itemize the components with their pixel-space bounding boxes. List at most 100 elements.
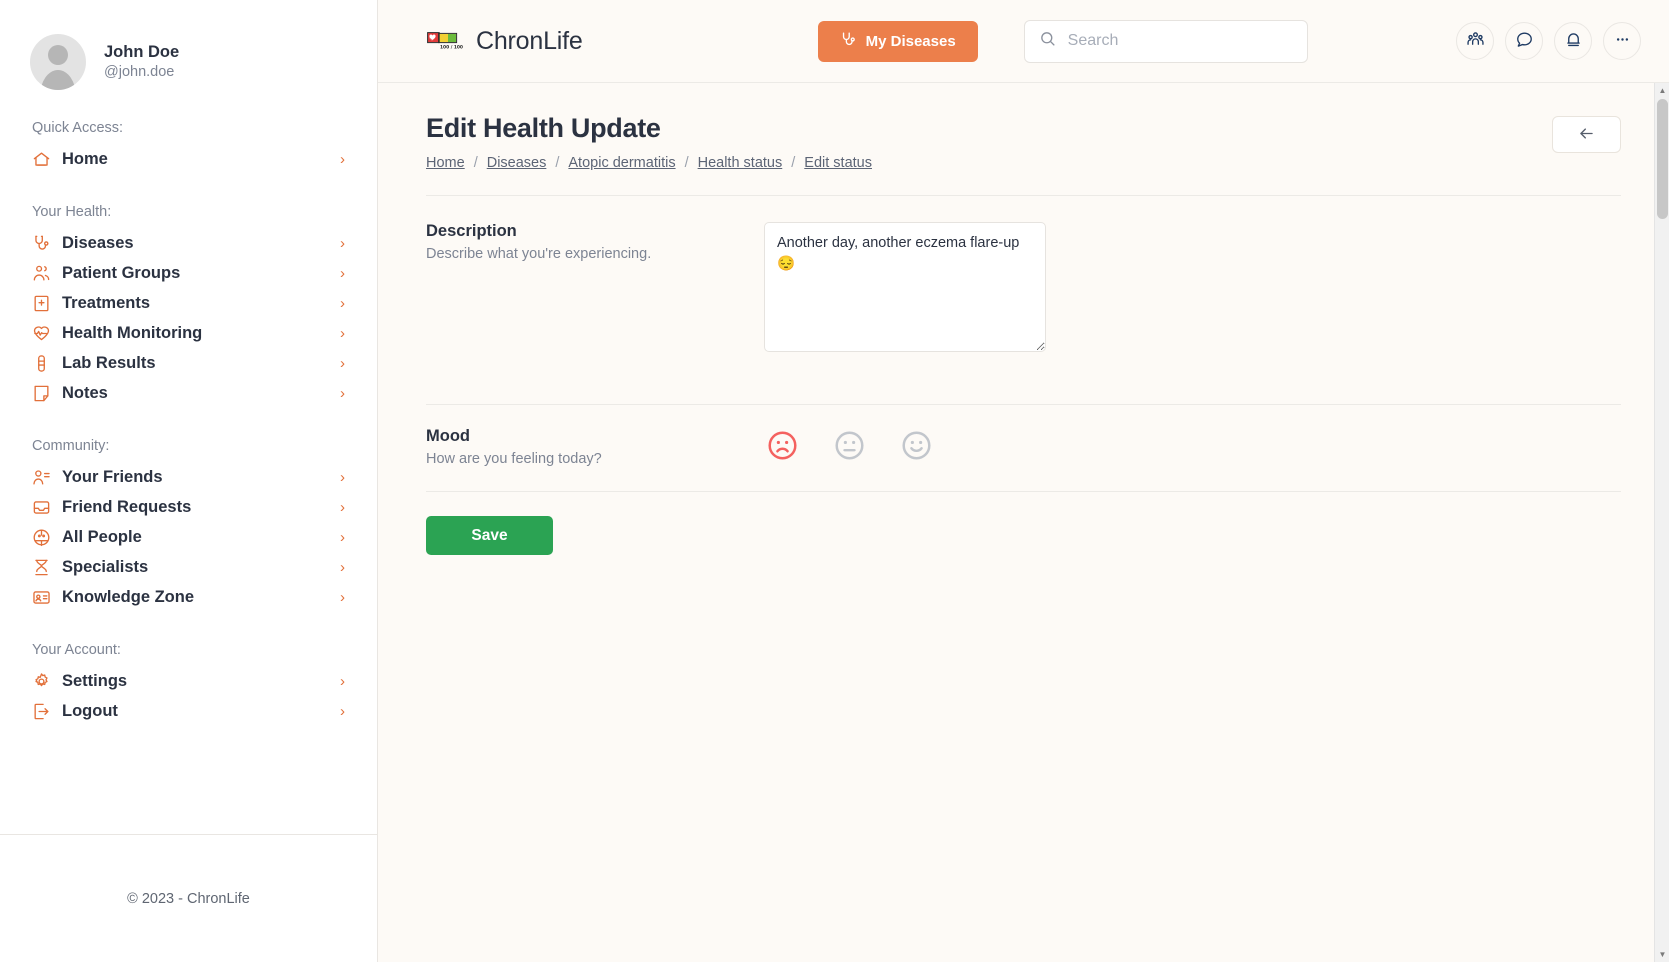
globe-people-icon <box>30 526 52 548</box>
main-scrollbar[interactable]: ▲ ▼ <box>1654 83 1669 962</box>
brand-name: ChronLife <box>476 26 583 55</box>
user-profile[interactable]: John Doe @john.doe <box>30 0 347 90</box>
breadcrumb-item-home[interactable]: Home <box>426 155 465 171</box>
chevron-right-icon: › <box>340 558 345 576</box>
sidebar-item-settings[interactable]: Settings › <box>30 666 347 696</box>
breadcrumb-item-health-status[interactable]: Health status <box>698 155 783 171</box>
sidebar-item-knowledge-zone[interactable]: Knowledge Zone › <box>30 582 347 612</box>
header-icon-group <box>1456 22 1641 60</box>
chevron-right-icon: › <box>340 264 345 282</box>
logout-icon <box>30 700 52 722</box>
chevron-right-icon: › <box>340 294 345 312</box>
sidebar-item-logout[interactable]: Logout › <box>30 696 347 726</box>
mood-option-sad[interactable] <box>764 429 800 465</box>
breadcrumb-item-diseases[interactable]: Diseases <box>487 155 547 171</box>
ellipsis-icon <box>1613 30 1632 52</box>
breadcrumb-item-edit-status[interactable]: Edit status <box>804 155 872 171</box>
people-group-icon-button[interactable] <box>1456 22 1494 60</box>
mood-options <box>764 429 934 465</box>
svg-text:100 / 100: 100 / 100 <box>440 45 463 51</box>
avatar <box>30 34 86 90</box>
chevron-right-icon: › <box>340 468 345 486</box>
search-box[interactable] <box>1023 19 1308 63</box>
description-label: Description <box>426 222 517 240</box>
people-group-icon <box>1466 30 1485 52</box>
sidebar-item-health-monitoring[interactable]: Health Monitoring › <box>30 318 347 348</box>
breadcrumb-item-atopic-dermatitis[interactable]: Atopic dermatitis <box>568 155 675 171</box>
page-header: Edit Health Update Home / Diseases / Ato… <box>426 113 1621 171</box>
description-label-col: Description Describe what you're experie… <box>426 222 764 262</box>
breadcrumb-separator: / <box>473 155 478 171</box>
user-list-icon <box>30 466 52 488</box>
description-hint: Describe what you're experiencing. <box>426 246 652 262</box>
chevron-right-icon: › <box>340 234 345 252</box>
sidebar-item-all-people[interactable]: All People › <box>30 522 347 552</box>
chevron-right-icon: › <box>340 498 345 516</box>
sidebar-footer: © 2023 - ChronLife <box>0 834 377 962</box>
nav-group-title: Your Health: <box>32 204 112 220</box>
sidebar-item-your-friends[interactable]: Your Friends › <box>30 462 347 492</box>
sidebar-item-label: Logout <box>62 701 118 720</box>
stethoscope-icon <box>30 232 52 254</box>
sidebar-item-diseases[interactable]: Diseases › <box>30 228 347 258</box>
scroll-down-arrow-icon[interactable]: ▼ <box>1655 947 1669 962</box>
sidebar-item-label: Diseases <box>62 233 134 252</box>
mood-form-row: Mood How are you feeling today? <box>426 404 1621 491</box>
search-input[interactable] <box>1067 32 1293 50</box>
profile-name: John Doe <box>104 43 180 62</box>
stethoscope-icon <box>840 31 857 52</box>
nav-group-your-account: Your Account: Settings › Logout › <box>30 642 347 726</box>
gear-icon <box>30 670 52 692</box>
description-textarea[interactable] <box>764 222 1046 352</box>
heart-pulse-icon <box>30 322 52 344</box>
sidebar-item-lab-results[interactable]: Lab Results › <box>30 348 347 378</box>
sidebar-item-label: Lab Results <box>62 353 156 372</box>
chevron-right-icon: › <box>340 672 345 690</box>
sidebar-item-treatments[interactable]: Treatments › <box>30 288 347 318</box>
my-diseases-button[interactable]: My Diseases <box>817 20 978 62</box>
sidebar-item-label: Specialists <box>62 557 149 576</box>
scroll-up-arrow-icon[interactable]: ▲ <box>1655 83 1669 98</box>
sidebar-item-notes[interactable]: Notes › <box>30 378 347 408</box>
description-form-row: Description Describe what you're experie… <box>426 195 1621 380</box>
sidebar-item-label: Treatments <box>62 293 151 312</box>
neutral-face-icon <box>833 429 866 465</box>
inbox-icon <box>30 496 52 518</box>
back-button[interactable] <box>1552 116 1621 153</box>
profile-text: John Doe @john.doe <box>104 41 179 83</box>
brand[interactable]: 100 / 100 ChronLife <box>426 27 583 56</box>
save-row: Save <box>426 491 1621 555</box>
scrollbar-thumb[interactable] <box>1657 99 1668 219</box>
mood-option-neutral[interactable] <box>831 429 867 465</box>
nav-group-your-health: Your Health: Diseases › Patient Groups › <box>30 204 347 408</box>
mood-option-happy[interactable] <box>898 429 934 465</box>
main-area: 100 / 100 ChronLife My Diseases Search E… <box>378 0 1669 962</box>
sidebar-item-friend-requests[interactable]: Friend Requests › <box>30 492 347 522</box>
sidebar-scroll-area: John Doe @john.doe Quick Access: Home › … <box>0 0 377 834</box>
mood-hint: How are you feeling today? <box>426 451 602 467</box>
save-button[interactable]: Save <box>426 516 553 555</box>
nav-group-quick-access: Quick Access: Home › <box>30 120 347 174</box>
notifications-icon-button[interactable] <box>1554 22 1592 60</box>
page-header-text: Edit Health Update Home / Diseases / Ato… <box>426 113 872 171</box>
chronlife-logo-icon: 100 / 100 <box>427 32 463 51</box>
sidebar-item-patient-groups[interactable]: Patient Groups › <box>30 258 347 288</box>
chevron-right-icon: › <box>340 150 345 168</box>
sad-face-icon <box>766 429 799 465</box>
chevron-right-icon: › <box>340 588 345 606</box>
breadcrumb-separator: / <box>791 155 796 171</box>
id-card-icon <box>30 586 52 608</box>
nav-group-community: Community: Your Friends › Friend Request… <box>30 438 347 612</box>
back-arrow-icon <box>1577 124 1596 146</box>
search-icon <box>1039 30 1056 52</box>
hospital-icon <box>30 292 52 314</box>
copyright-text: © 2023 - ChronLife <box>127 890 250 907</box>
sidebar-item-home[interactable]: Home › <box>30 144 347 174</box>
chevron-right-icon: › <box>340 324 345 342</box>
sidebar-item-specialists[interactable]: Specialists › <box>30 552 347 582</box>
breadcrumb-separator: / <box>555 155 560 171</box>
more-options-icon-button[interactable] <box>1603 22 1641 60</box>
chat-icon-button[interactable] <box>1505 22 1543 60</box>
sidebar-item-label: Friend Requests <box>62 497 192 516</box>
nav-group-title: Quick Access: <box>32 120 124 136</box>
